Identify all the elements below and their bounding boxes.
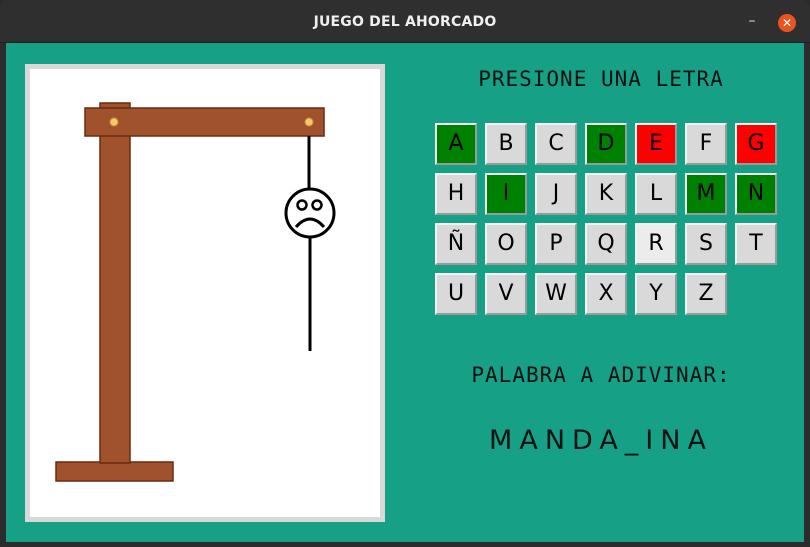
- key-q[interactable]: Q: [585, 223, 627, 265]
- key-y[interactable]: Y: [635, 273, 677, 315]
- key-g[interactable]: G: [735, 123, 777, 165]
- prompt-text: PRESIONE UNA LETRA: [478, 67, 724, 91]
- key-v[interactable]: V: [485, 273, 527, 315]
- key-d[interactable]: D: [585, 123, 627, 165]
- key-i[interactable]: I: [485, 173, 527, 215]
- gallows-beam: [84, 107, 325, 137]
- key-z[interactable]: Z: [685, 273, 727, 315]
- key-t[interactable]: T: [735, 223, 777, 265]
- game-area: PRESIONE UNA LETRA ABCDEFG HIJKLMN ÑOPQRST…: [6, 43, 804, 542]
- key-f[interactable]: F: [685, 123, 727, 165]
- key-s[interactable]: S: [685, 223, 727, 265]
- key-k[interactable]: K: [585, 173, 627, 215]
- gallows-base: [55, 461, 174, 482]
- key-j[interactable]: J: [535, 173, 577, 215]
- titlebar[interactable]: JUEGO DEL AHORCADO – ✕: [0, 0, 810, 43]
- key-p[interactable]: P: [535, 223, 577, 265]
- word-to-guess: MANDA_INA: [489, 425, 713, 456]
- key-r[interactable]: R: [635, 223, 677, 265]
- hangman-drawing: [55, 102, 336, 482]
- window-title: JUEGO DEL AHORCADO: [313, 14, 497, 30]
- bolt-icon: [304, 117, 314, 127]
- key-a[interactable]: A: [435, 123, 477, 165]
- app-window: JUEGO DEL AHORCADO – ✕ PRESIONE UNA LETR…: [0, 0, 810, 547]
- key-w[interactable]: W: [535, 273, 577, 315]
- key-m[interactable]: M: [685, 173, 727, 215]
- word-label: PALABRA A ADIVINAR:: [471, 363, 731, 387]
- key-b[interactable]: B: [485, 123, 527, 165]
- hangman-canvas-frame: [25, 64, 385, 522]
- key-u[interactable]: U: [435, 273, 477, 315]
- gallows-post: [99, 102, 131, 464]
- hangman-canvas: [30, 69, 380, 517]
- key-x[interactable]: X: [585, 273, 627, 315]
- key-l[interactable]: L: [635, 173, 677, 215]
- key-h[interactable]: H: [435, 173, 477, 215]
- bolt-icon: [109, 117, 119, 127]
- sad-face-head: [284, 187, 336, 239]
- key-c[interactable]: C: [535, 123, 577, 165]
- minimize-button[interactable]: –: [744, 12, 760, 30]
- key-ñ[interactable]: Ñ: [435, 223, 477, 265]
- key-e[interactable]: E: [635, 123, 677, 165]
- key-o[interactable]: O: [485, 223, 527, 265]
- key-n[interactable]: N: [735, 173, 777, 215]
- close-button[interactable]: ✕: [778, 14, 796, 32]
